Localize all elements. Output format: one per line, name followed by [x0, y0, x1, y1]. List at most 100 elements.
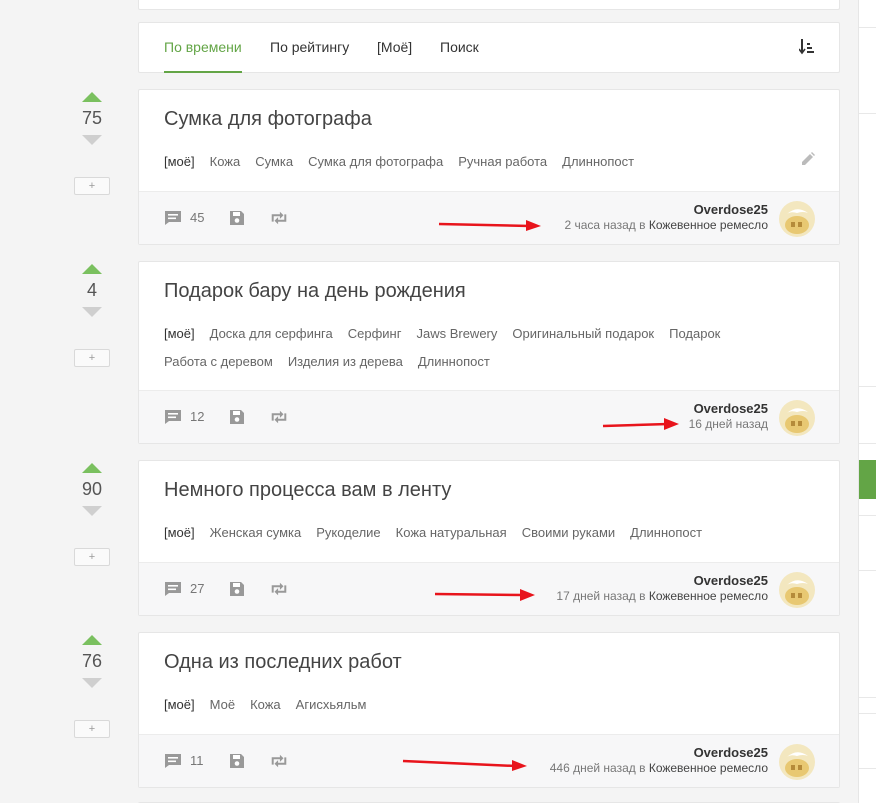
- comment-count[interactable]: 12: [190, 409, 204, 424]
- tag[interactable]: Серфинг: [348, 320, 402, 348]
- annotation-arrow-icon: [434, 589, 535, 601]
- comment-icon[interactable]: [164, 753, 182, 769]
- post-title[interactable]: Сумка для фотографа: [164, 108, 372, 131]
- tag[interactable]: Доска для серфинга: [210, 320, 333, 348]
- annotation-arrow-icon: [402, 759, 527, 771]
- repost-icon[interactable]: [270, 753, 288, 769]
- avatar[interactable]: [779, 400, 815, 436]
- rating-score: 90: [81, 479, 103, 499]
- tag[interactable]: Оригинальный подарок: [512, 320, 654, 348]
- in-word: в: [639, 589, 646, 603]
- tag[interactable]: [моё]: [164, 519, 195, 547]
- tag[interactable]: Кожа натуральная: [396, 519, 507, 547]
- add-to-ignore-button[interactable]: +: [74, 177, 110, 195]
- post-time[interactable]: 446 дней назад: [550, 761, 636, 775]
- rating-score: 76: [81, 651, 103, 671]
- downvote-arrow-icon[interactable]: [82, 307, 102, 317]
- tag[interactable]: [моё]: [164, 320, 195, 348]
- community-link[interactable]: Кожевенное ремесло: [649, 218, 768, 232]
- upvote-arrow-icon[interactable]: [82, 635, 102, 645]
- tag[interactable]: Кожа: [210, 148, 241, 176]
- post-title[interactable]: Одна из последних работ: [164, 651, 402, 674]
- annotation-arrow-icon: [438, 220, 541, 231]
- post-meta: 16 дней назад: [689, 417, 768, 431]
- pencil-icon[interactable]: [801, 152, 815, 166]
- repost-icon[interactable]: [270, 210, 288, 226]
- comment-icon[interactable]: [164, 210, 182, 226]
- save-icon[interactable]: [228, 409, 246, 425]
- tag[interactable]: Кожа: [250, 691, 281, 719]
- post-footer: 12 Overdose25 16 дней назад: [139, 390, 839, 443]
- upvote-arrow-icon[interactable]: [82, 463, 102, 473]
- post-meta: 2 часа назад в Кожевенное ремесло: [564, 218, 768, 232]
- tag[interactable]: Подарок: [669, 320, 720, 348]
- tag[interactable]: Длиннопост: [418, 348, 490, 376]
- repost-icon[interactable]: [270, 581, 288, 597]
- tab-search[interactable]: Поиск: [440, 39, 479, 55]
- tag[interactable]: [моё]: [164, 691, 195, 719]
- post-time[interactable]: 2 часа назад: [564, 218, 635, 232]
- community-link[interactable]: Кожевенное ремесло: [649, 589, 768, 603]
- add-to-ignore-button[interactable]: +: [74, 548, 110, 566]
- annotation-arrow-icon: [602, 418, 679, 430]
- tag[interactable]: Сумка для фотографа: [308, 148, 443, 176]
- tag[interactable]: [моё]: [164, 148, 195, 176]
- avatar[interactable]: [779, 201, 815, 237]
- author-name[interactable]: Overdose25: [694, 202, 768, 217]
- post-card: Подарок бару на день рождения [моё] Доска…: [138, 261, 840, 444]
- tag[interactable]: Женская сумка: [210, 519, 302, 547]
- tag[interactable]: Длиннопост: [630, 519, 702, 547]
- comment-count[interactable]: 11: [190, 753, 204, 768]
- tag[interactable]: Jaws Brewery: [416, 320, 497, 348]
- vote-box: 90: [74, 463, 110, 516]
- tag[interactable]: Длиннопост: [562, 148, 634, 176]
- avatar[interactable]: [779, 572, 815, 608]
- tag[interactable]: Работа с деревом: [164, 348, 273, 376]
- save-icon[interactable]: [228, 753, 246, 769]
- author-name[interactable]: Overdose25: [694, 745, 768, 760]
- comment-icon[interactable]: [164, 409, 182, 425]
- post-footer: 45 Overdose25 2 часа назад в Кожевенное …: [139, 191, 839, 244]
- sidebar-green-button[interactable]: [859, 460, 876, 499]
- tag[interactable]: Ручная работа: [458, 148, 547, 176]
- comment-icon[interactable]: [164, 581, 182, 597]
- tab-by-time[interactable]: По времени: [164, 39, 242, 55]
- vote-box: 76: [74, 635, 110, 688]
- tag[interactable]: Агисхьяльм: [296, 691, 367, 719]
- previous-card-fragment: [138, 0, 840, 10]
- post-title[interactable]: Подарок бару на день рождения: [164, 280, 466, 303]
- tag[interactable]: Изделия из дерева: [288, 348, 403, 376]
- rating-score: 75: [81, 108, 103, 128]
- downvote-arrow-icon[interactable]: [82, 506, 102, 516]
- tag[interactable]: Своими руками: [522, 519, 615, 547]
- comment-count[interactable]: 27: [190, 581, 204, 596]
- feed-tabs: По времени По рейтингу [Моё] Поиск: [138, 22, 840, 73]
- comment-count[interactable]: 45: [190, 210, 204, 225]
- sort-icon[interactable]: [799, 38, 815, 56]
- downvote-arrow-icon[interactable]: [82, 135, 102, 145]
- post-title[interactable]: Немного процесса вам в ленту: [164, 479, 451, 502]
- community-link[interactable]: Кожевенное ремесло: [649, 761, 768, 775]
- tag[interactable]: Сумка: [255, 148, 293, 176]
- save-icon[interactable]: [228, 581, 246, 597]
- post-time[interactable]: 17 дней назад: [556, 589, 635, 603]
- add-to-ignore-button[interactable]: +: [74, 349, 110, 367]
- tab-mine[interactable]: [Моё]: [377, 39, 412, 55]
- repost-icon[interactable]: [270, 409, 288, 425]
- post-meta: 17 дней назад в Кожевенное ремесло: [556, 589, 768, 603]
- tag[interactable]: Рукоделие: [316, 519, 380, 547]
- author-name[interactable]: Overdose25: [694, 573, 768, 588]
- tab-by-rating[interactable]: По рейтингу: [270, 39, 349, 55]
- save-icon[interactable]: [228, 210, 246, 226]
- vote-box: 75: [74, 92, 110, 145]
- active-tab-indicator: [164, 71, 242, 73]
- add-to-ignore-button[interactable]: +: [74, 720, 110, 738]
- avatar[interactable]: [779, 744, 815, 780]
- author-name[interactable]: Overdose25: [694, 401, 768, 416]
- upvote-arrow-icon[interactable]: [82, 92, 102, 102]
- downvote-arrow-icon[interactable]: [82, 678, 102, 688]
- upvote-arrow-icon[interactable]: [82, 264, 102, 274]
- rating-score: 4: [86, 280, 97, 300]
- post-time[interactable]: 16 дней назад: [689, 417, 768, 431]
- tag[interactable]: Моё: [210, 691, 235, 719]
